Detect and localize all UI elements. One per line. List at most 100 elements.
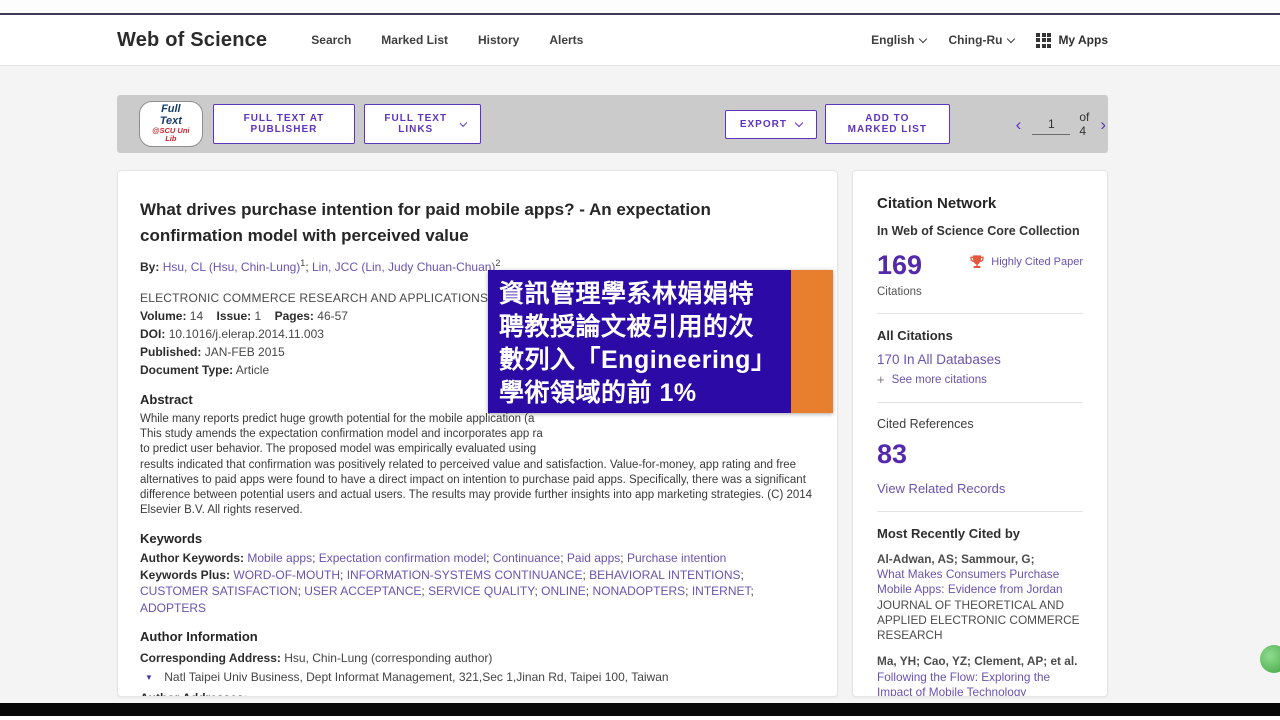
language-dropdown[interactable]: English: [871, 33, 926, 47]
feedback-circle-button[interactable]: [1260, 645, 1280, 673]
author-addresses-label: Author Addresses:: [140, 691, 248, 697]
author-keywords-list-item[interactable]: Purchase intention: [627, 551, 726, 565]
corresponding-address-label: Corresponding Address:: [140, 651, 281, 665]
cited-by-title-link[interactable]: Following the Flow: Exploring the Impact…: [877, 670, 1083, 697]
export-button[interactable]: EXPORT: [725, 110, 817, 139]
abstract-lines-item: While many reports predict huge growth p…: [140, 412, 815, 427]
abstract-lines-item: to predict user behavior. The proposed m…: [140, 442, 815, 457]
top-strip: [0, 0, 1280, 13]
author-link[interactable]: Lin, JCC (Lin, Judy Chuan-Chuan): [312, 260, 495, 274]
nav-marked-list[interactable]: Marked List: [381, 33, 448, 47]
author-information-block: Corresponding Address: Hsu, Chin-Lung (c…: [140, 650, 815, 697]
abstract-lines: While many reports predict huge growth p…: [140, 412, 815, 458]
chevron-down-icon: [919, 34, 927, 42]
page-number-input[interactable]: [1032, 114, 1070, 135]
add-to-marked-list-button[interactable]: ADD TO MARKED LIST: [825, 104, 950, 144]
keywords-plus-list-item[interactable]: BEHAVIORAL INTENTIONS: [589, 568, 740, 582]
article-title: What drives purchase intention for paid …: [140, 197, 815, 248]
keywords-plus-list-item[interactable]: INTERNET: [692, 584, 751, 598]
pagination: ‹ of 4 ›: [1014, 110, 1108, 138]
pages-value: 46-57: [317, 309, 348, 323]
keywords-plus-list-item[interactable]: SERVICE QUALITY: [428, 584, 534, 598]
chevron-down-icon: [1007, 34, 1015, 42]
author-addresses-label-row: Author Addresses:: [140, 690, 815, 697]
keywords-plus-list-item[interactable]: USER ACCEPTANCE: [304, 584, 421, 598]
citations-count[interactable]: 169: [877, 251, 922, 279]
header-right: English Ching-Ru My Apps: [871, 33, 1108, 48]
author-keywords-list-item[interactable]: Expectation confirmation model: [319, 551, 486, 565]
export-label: EXPORT: [740, 119, 787, 130]
app-header: Web of Science Search Marked List Histor…: [0, 15, 1280, 66]
collapse-triangle-icon[interactable]: ▼: [145, 673, 153, 682]
author-link[interactable]: Hsu, CL (Hsu, Chin-Lung): [163, 260, 301, 274]
divider: [877, 313, 1083, 314]
keywords-plus-list-item[interactable]: CUSTOMER SATISFACTION: [140, 584, 298, 598]
abstract-text: While many reports predict huge growth p…: [140, 412, 815, 518]
cited-by-authors: Ma, YH; Cao, YZ; Clement, AP; et al.: [877, 654, 1083, 669]
author-keywords-list-item[interactable]: Paid apps: [567, 551, 620, 565]
nav-history[interactable]: History: [478, 33, 519, 47]
see-more-citations-label: See more citations: [892, 374, 987, 386]
full-text-pill-line2: @SCU Uni Lib: [152, 127, 190, 143]
overlay-text-panel: 資訊管理學系林娟娟特聘教授論文被引用的次數列入「Engineering」學術領域…: [488, 270, 791, 413]
volume-label: Volume:: [140, 309, 186, 323]
chevron-down-icon: [460, 119, 467, 126]
keywords-plus-list-item[interactable]: INFORMATION-SYSTEMS CONTINUANCE: [347, 568, 583, 582]
article-record-card: What drives purchase intention for paid …: [117, 170, 838, 697]
keywords-plus-list-item[interactable]: WORD-OF-MOUTH: [233, 568, 340, 582]
doctype-label: Document Type:: [140, 363, 233, 377]
previous-page-button[interactable]: ‹: [1014, 116, 1024, 133]
core-collection-label: In Web of Science Core Collection: [877, 224, 1083, 238]
keywords-plus-list-item[interactable]: NONADOPTERS: [592, 584, 685, 598]
published-value: JAN-FEB 2015: [205, 345, 285, 359]
keywords-block: Author Keywords: Mobile apps; Expectatio…: [140, 550, 815, 616]
language-label: English: [871, 33, 914, 47]
keywords-plus-list-item[interactable]: ADOPTERS: [140, 601, 206, 615]
divider: [877, 402, 1083, 403]
chevron-down-icon: [795, 118, 803, 126]
user-label: Ching-Ru: [948, 33, 1002, 47]
full-text-links-button[interactable]: FULL TEXT LINKS: [364, 104, 481, 144]
record-toolbar: Full Text @SCU Uni Lib FULL TEXT AT PUBL…: [117, 95, 1108, 153]
issue-label: Issue:: [217, 309, 252, 323]
nav-alerts[interactable]: Alerts: [549, 33, 583, 47]
view-related-records-link[interactable]: View Related Records: [877, 481, 1083, 496]
author-keywords-label: Author Keywords:: [140, 551, 244, 565]
author-keywords-list-item[interactable]: Mobile apps: [247, 551, 312, 565]
corresponding-address-value: Hsu, Chin-Lung (corresponding author): [284, 651, 492, 665]
nav-search[interactable]: Search: [311, 33, 351, 47]
volume-value: 14: [190, 309, 203, 323]
full-text-at-publisher-button[interactable]: FULL TEXT AT PUBLISHER: [213, 104, 356, 144]
cited-by-authors: Al-Adwan, AS; Sammour, G;: [877, 552, 1083, 567]
author-keywords-list-item[interactable]: Continuance: [493, 551, 560, 565]
cited-by-title-link[interactable]: What Makes Consumers Purchase Mobile App…: [877, 567, 1083, 598]
citation-network-title: Citation Network: [877, 195, 1083, 212]
author-keywords-row: Author Keywords: Mobile apps; Expectatio…: [140, 550, 815, 567]
abstract-lines-item: This study amends the expectation confir…: [140, 427, 815, 442]
full-text-pill-line1: Full Text: [152, 104, 190, 127]
my-apps-button[interactable]: My Apps: [1036, 33, 1108, 48]
full-text-scu-button[interactable]: Full Text @SCU Uni Lib: [139, 101, 203, 147]
next-page-button[interactable]: ›: [1098, 116, 1108, 133]
doctype-value: Article: [236, 363, 269, 377]
user-dropdown[interactable]: Ching-Ru: [948, 33, 1014, 47]
citations-row: 169 Citations Highly Cited Paper: [877, 251, 1083, 298]
corresponding-address-text: Natl Taipei Univ Business, Dept Informat…: [164, 670, 668, 684]
cited-by-journal: JOURNAL OF THEORETICAL AND APPLIED ELECT…: [877, 598, 1083, 644]
highly-cited-badge[interactable]: Highly Cited Paper: [969, 254, 1083, 270]
see-more-citations-link[interactable]: + See more citations: [877, 372, 1083, 387]
doi-value: 10.1016/j.elerap.2014.11.003: [169, 327, 324, 341]
cited-references-title: Cited References: [877, 417, 1083, 431]
published-label: Published:: [140, 345, 201, 359]
citations-count-block: 169 Citations: [877, 251, 922, 298]
overlay-text-panel-item: 資訊管理學系林娟娟特: [499, 278, 787, 311]
all-databases-link[interactable]: 170 In All Databases: [877, 352, 1083, 367]
keywords-plus-list-item[interactable]: ONLINE: [541, 584, 586, 598]
doi-label: DOI:: [140, 327, 165, 341]
keywords-plus-list: WORD-OF-MOUTH; INFORMATION-SYSTEMS CONTI…: [140, 568, 754, 615]
my-apps-label: My Apps: [1058, 33, 1108, 47]
author-information-heading: Author Information: [140, 629, 815, 644]
web-of-science-logo[interactable]: Web of Science: [117, 29, 267, 52]
cited-references-count[interactable]: 83: [877, 440, 1083, 468]
citation-network-card: Citation Network In Web of Science Core …: [852, 170, 1108, 697]
